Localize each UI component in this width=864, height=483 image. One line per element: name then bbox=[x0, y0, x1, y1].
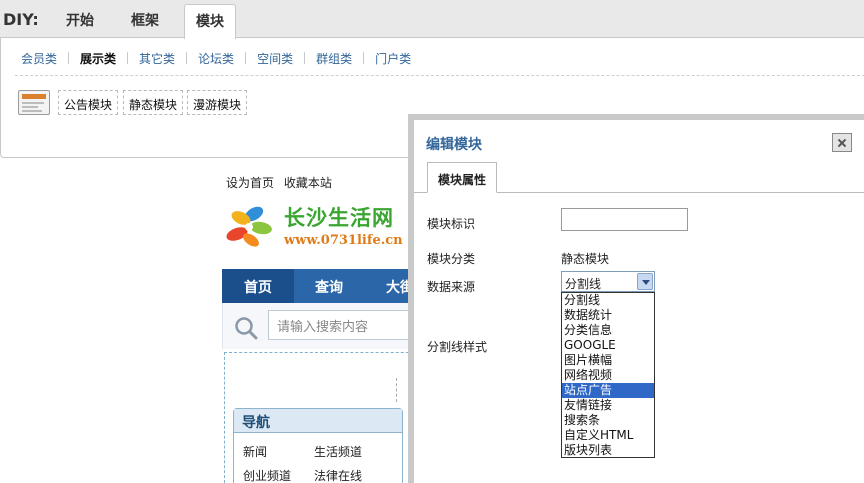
category-row: 会员类 展示类 其它类 论坛类 空间类 群组类 门户类 bbox=[21, 50, 411, 66]
search-icon[interactable] bbox=[233, 315, 259, 341]
category-portal[interactable]: 门户类 bbox=[375, 50, 411, 67]
diy-block-area: 导航 新闻 生活频道 创业频道 法律在线 bbox=[224, 352, 424, 483]
category-separator bbox=[127, 52, 129, 64]
category-separator bbox=[245, 52, 247, 64]
tab-start[interactable]: 开始 bbox=[66, 10, 94, 30]
nav-query[interactable]: 查询 bbox=[294, 269, 364, 303]
set-homepage-link[interactable]: 设为首页 bbox=[226, 176, 274, 190]
category-separator bbox=[186, 52, 188, 64]
module-category-label: 模块分类 bbox=[427, 252, 476, 266]
close-icon[interactable] bbox=[832, 133, 852, 152]
option-site-ads[interactable]: 站点广告 bbox=[562, 383, 654, 398]
option-web-video[interactable]: 网络视频 bbox=[562, 368, 654, 383]
nav-link-law[interactable]: 法律在线 bbox=[314, 467, 362, 483]
category-group[interactable]: 群组类 bbox=[316, 50, 352, 67]
option-search-bar[interactable]: 搜索条 bbox=[562, 413, 654, 428]
logo-icon bbox=[226, 206, 272, 247]
option-divider[interactable]: 分割线 bbox=[562, 293, 654, 308]
data-source-dropdown[interactable]: 分割线 数据统计 分类信息 GOOGLE 图片横幅 网络视频 站点广告 友情链接… bbox=[561, 292, 655, 458]
search-input[interactable]: 请输入搜索内容 bbox=[268, 310, 428, 340]
roaming-module-button[interactable]: 漫游模块 bbox=[187, 90, 248, 115]
option-forum-list[interactable]: 版块列表 bbox=[562, 443, 654, 458]
module-category-value: 静态模块 bbox=[561, 252, 610, 266]
data-source-select[interactable]: 分割线 bbox=[561, 271, 655, 292]
category-member[interactable]: 会员类 bbox=[21, 50, 57, 67]
tab-module[interactable]: 模块 bbox=[184, 4, 236, 39]
bookmark-site-link[interactable]: 收藏本站 bbox=[284, 176, 332, 190]
option-classified[interactable]: 分类信息 bbox=[562, 323, 654, 338]
site-search-area: 请输入搜索内容 bbox=[222, 303, 428, 349]
nav-link-news[interactable]: 新闻 bbox=[243, 443, 267, 460]
category-forum[interactable]: 论坛类 bbox=[198, 50, 234, 67]
option-custom-html[interactable]: 自定义HTML bbox=[562, 428, 654, 443]
category-separator bbox=[68, 52, 70, 64]
diy-tabbar: DIY: 开始 框架 模块 bbox=[0, 0, 864, 39]
category-other[interactable]: 其它类 bbox=[139, 50, 175, 67]
nav-box-title: 导航 bbox=[234, 409, 402, 433]
diy-label: DIY: bbox=[3, 10, 39, 29]
data-source-selected: 分割线 bbox=[565, 277, 602, 291]
nav-link-business[interactable]: 创业频道 bbox=[243, 467, 291, 483]
category-space[interactable]: 空间类 bbox=[257, 50, 293, 67]
data-source-label: 数据来源 bbox=[427, 280, 476, 294]
announcement-module-button[interactable]: 公告模块 bbox=[58, 90, 119, 115]
site-logo-url: www.0731life.cn bbox=[284, 233, 403, 248]
nav-link-life[interactable]: 生活频道 bbox=[314, 443, 362, 460]
module-icon bbox=[18, 90, 50, 115]
option-statistics[interactable]: 数据统计 bbox=[562, 308, 654, 323]
module-id-input[interactable] bbox=[561, 208, 688, 231]
category-separator bbox=[363, 52, 365, 64]
block-divider bbox=[396, 378, 397, 402]
nav-home[interactable]: 首页 bbox=[222, 269, 294, 303]
tab-module-properties[interactable]: 模块属性 bbox=[427, 162, 498, 193]
option-image-banner[interactable]: 图片横幅 bbox=[562, 353, 654, 368]
nav-box: 导航 新闻 生活频道 创业频道 法律在线 bbox=[233, 408, 403, 483]
category-separator bbox=[304, 52, 306, 64]
site-logo-text: 长沙生活网 bbox=[284, 206, 394, 230]
site-navbar: 首页 查询 大街 bbox=[222, 269, 422, 303]
edit-module-dialog: 编辑模块 模块属性 模块标识 模块分类 静态模块 数据来源 分割线 分割线 数据… bbox=[408, 114, 864, 483]
tab-frame[interactable]: 框架 bbox=[131, 10, 159, 30]
site-top-links: 设为首页 收藏本站 bbox=[226, 174, 338, 191]
category-display[interactable]: 展示类 bbox=[80, 50, 116, 67]
option-google[interactable]: GOOGLE bbox=[562, 338, 654, 353]
option-friend-links[interactable]: 友情链接 bbox=[562, 398, 654, 413]
dialog-title: 编辑模块 bbox=[426, 137, 482, 153]
category-divider bbox=[15, 75, 864, 76]
module-id-label: 模块标识 bbox=[427, 217, 476, 231]
static-module-button[interactable]: 静态模块 bbox=[123, 90, 184, 115]
chevron-down-icon[interactable] bbox=[637, 273, 653, 290]
divider-style-label: 分割线样式 bbox=[427, 340, 488, 354]
